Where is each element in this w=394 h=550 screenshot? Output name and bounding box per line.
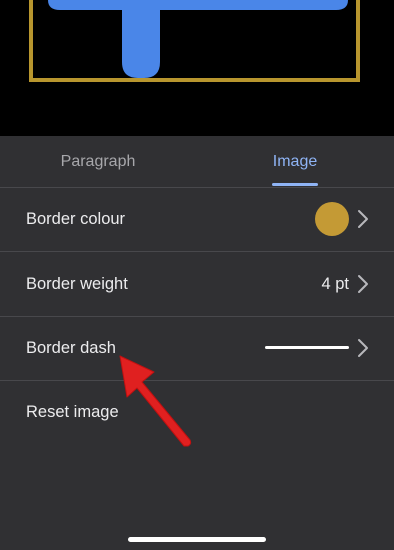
speech-bubble-shape [48,0,348,78]
image-content [29,0,360,82]
chevron-right-icon [358,275,368,293]
border-weight-value: 4 pt [321,275,349,293]
format-panel: Paragraph Image Border colour Border wei… [0,136,394,550]
border-dash-label: Border dash [26,339,116,357]
home-indicator[interactable] [128,537,266,542]
border-weight-label: Border weight [26,275,128,293]
annotation-arrow-icon [119,355,192,447]
border-weight-row[interactable]: Border weight 4 pt [0,252,394,317]
border-colour-swatch [315,202,349,236]
reset-image-label: Reset image [26,403,119,421]
border-dash-preview [265,346,349,349]
tab-paragraph[interactable]: Paragraph [38,136,158,187]
border-colour-label: Border colour [26,210,126,228]
active-tab-indicator [272,183,318,186]
image-border [29,0,360,82]
image-preview [0,0,394,136]
border-colour-row[interactable]: Border colour [0,187,394,252]
tab-bar: Paragraph Image [0,136,394,188]
tab-image[interactable]: Image [236,136,354,187]
chevron-right-icon [358,339,368,357]
chevron-right-icon [358,210,368,228]
